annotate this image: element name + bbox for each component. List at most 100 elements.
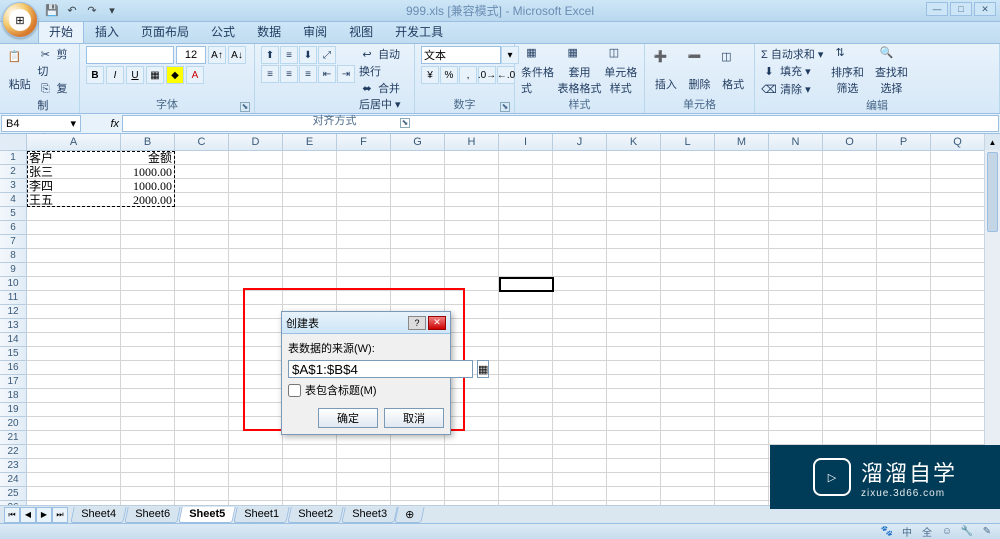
cell[interactable] bbox=[769, 319, 823, 333]
cell[interactable] bbox=[931, 375, 985, 389]
font-color-button[interactable]: A bbox=[186, 66, 204, 84]
cell[interactable] bbox=[283, 291, 337, 305]
cell[interactable] bbox=[445, 445, 499, 459]
cell[interactable] bbox=[877, 221, 931, 235]
col-header[interactable]: O bbox=[823, 134, 877, 150]
cell[interactable] bbox=[607, 249, 661, 263]
cell[interactable] bbox=[931, 333, 985, 347]
cell[interactable] bbox=[229, 473, 283, 487]
dialog-help-button[interactable]: ? bbox=[408, 316, 426, 330]
tab-formulas[interactable]: 公式 bbox=[200, 19, 246, 43]
cell[interactable] bbox=[391, 487, 445, 501]
cell[interactable] bbox=[27, 305, 121, 319]
cell[interactable] bbox=[823, 221, 877, 235]
cell[interactable] bbox=[607, 417, 661, 431]
cell[interactable] bbox=[607, 305, 661, 319]
cell[interactable] bbox=[337, 291, 391, 305]
cell[interactable] bbox=[121, 375, 175, 389]
sheet-nav-next[interactable]: ▶ bbox=[36, 507, 52, 523]
cell[interactable] bbox=[769, 389, 823, 403]
redo-icon[interactable]: ↷ bbox=[84, 3, 100, 19]
cell[interactable] bbox=[175, 305, 229, 319]
cell[interactable] bbox=[175, 165, 229, 179]
cell[interactable] bbox=[121, 347, 175, 361]
cell[interactable] bbox=[445, 333, 499, 347]
tab-home[interactable]: 开始 bbox=[38, 19, 84, 43]
cell[interactable] bbox=[877, 403, 931, 417]
cell[interactable] bbox=[445, 263, 499, 277]
row-header[interactable]: 10 bbox=[0, 277, 27, 291]
cell[interactable] bbox=[229, 151, 283, 165]
cell[interactable] bbox=[283, 473, 337, 487]
cell[interactable] bbox=[607, 389, 661, 403]
dialog-titlebar[interactable]: 创建表 ? ✕ bbox=[282, 312, 450, 334]
cell[interactable] bbox=[445, 487, 499, 501]
cell[interactable] bbox=[931, 151, 985, 165]
cell[interactable] bbox=[121, 459, 175, 473]
cell[interactable] bbox=[553, 291, 607, 305]
cell[interactable] bbox=[283, 193, 337, 207]
cell[interactable] bbox=[661, 375, 715, 389]
cell[interactable] bbox=[283, 445, 337, 459]
cell[interactable] bbox=[661, 291, 715, 305]
cell[interactable] bbox=[931, 179, 985, 193]
cell[interactable] bbox=[607, 207, 661, 221]
cell[interactable] bbox=[337, 165, 391, 179]
cell[interactable] bbox=[283, 487, 337, 501]
cell[interactable] bbox=[769, 333, 823, 347]
cell[interactable] bbox=[499, 193, 553, 207]
cell[interactable] bbox=[445, 473, 499, 487]
cell[interactable] bbox=[661, 193, 715, 207]
wrap-text-button[interactable]: ↩ 自动换行 bbox=[359, 46, 408, 79]
cell[interactable] bbox=[823, 347, 877, 361]
cell[interactable] bbox=[931, 361, 985, 375]
cell[interactable] bbox=[931, 235, 985, 249]
cell[interactable] bbox=[391, 291, 445, 305]
delete-button[interactable]: ➖删除 bbox=[685, 46, 715, 96]
cell[interactable] bbox=[553, 221, 607, 235]
cell[interactable] bbox=[769, 193, 823, 207]
headers-checkbox[interactable] bbox=[288, 384, 301, 397]
cell[interactable] bbox=[553, 473, 607, 487]
cell[interactable] bbox=[553, 375, 607, 389]
cell[interactable] bbox=[931, 319, 985, 333]
cell[interactable] bbox=[769, 207, 823, 221]
cell[interactable] bbox=[769, 417, 823, 431]
cell[interactable] bbox=[715, 361, 769, 375]
cell[interactable] bbox=[769, 235, 823, 249]
cell[interactable] bbox=[499, 165, 553, 179]
cell[interactable] bbox=[175, 151, 229, 165]
bold-button[interactable]: B bbox=[86, 66, 104, 84]
col-header[interactable]: G bbox=[391, 134, 445, 150]
cell[interactable] bbox=[607, 277, 661, 291]
cell[interactable] bbox=[499, 445, 553, 459]
cell[interactable] bbox=[553, 431, 607, 445]
cell[interactable] bbox=[661, 165, 715, 179]
border-button[interactable]: ▦ bbox=[146, 66, 164, 84]
cell[interactable] bbox=[391, 445, 445, 459]
align-mid-button[interactable]: ≡ bbox=[280, 46, 298, 64]
cell[interactable] bbox=[499, 487, 553, 501]
cell[interactable] bbox=[229, 235, 283, 249]
row-header[interactable]: 6 bbox=[0, 221, 27, 235]
cell[interactable] bbox=[499, 235, 553, 249]
cell[interactable] bbox=[175, 249, 229, 263]
cell[interactable] bbox=[229, 403, 283, 417]
cell[interactable] bbox=[391, 277, 445, 291]
cell[interactable] bbox=[553, 179, 607, 193]
cell[interactable] bbox=[229, 445, 283, 459]
cell[interactable] bbox=[121, 277, 175, 291]
cell[interactable] bbox=[175, 361, 229, 375]
cell[interactable] bbox=[931, 207, 985, 221]
cell[interactable] bbox=[337, 249, 391, 263]
cell[interactable] bbox=[27, 487, 121, 501]
cell[interactable] bbox=[553, 319, 607, 333]
cell[interactable] bbox=[283, 151, 337, 165]
row-header[interactable]: 19 bbox=[0, 403, 27, 417]
cell[interactable] bbox=[661, 389, 715, 403]
cell[interactable] bbox=[337, 221, 391, 235]
cell[interactable] bbox=[175, 459, 229, 473]
row-header[interactable]: 21 bbox=[0, 431, 27, 445]
cell[interactable] bbox=[769, 151, 823, 165]
cell[interactable] bbox=[499, 361, 553, 375]
